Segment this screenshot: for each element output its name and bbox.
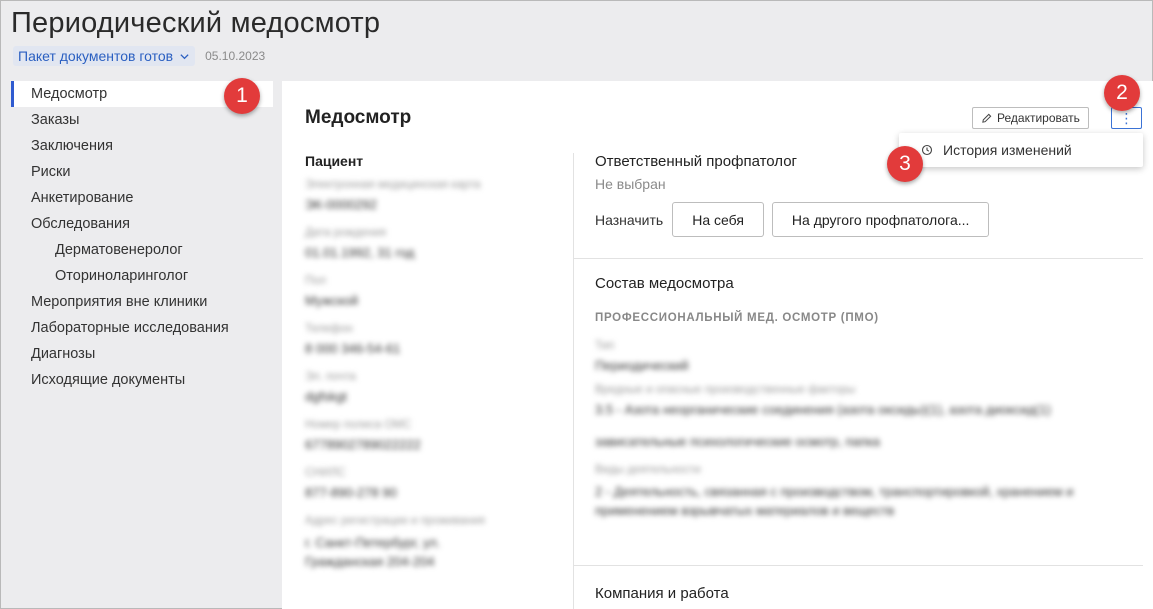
patient-field-emk: Электронная медицинская карта ЭК-0000292 [305, 179, 565, 219]
status-dropdown[interactable]: Пакет документов готов [13, 46, 196, 66]
edit-button[interactable]: Редактировать [972, 107, 1089, 129]
field-label: Пол [305, 275, 327, 287]
sidebar-item-questionnaire[interactable]: Анкетирование [11, 185, 273, 211]
responsible-section: Ответственный профпатолог Не выбран Назн… [595, 153, 1143, 237]
composition-section: Состав медосмотра ПРОФЕССИОНАЛЬНЫЙ МЕД. … [595, 275, 1143, 520]
section-heading: Медосмотр [305, 107, 412, 128]
status-row: Пакет документов готов 05.10.2023 [13, 46, 380, 66]
sidebar-item-diagnoses[interactable]: Диагнозы [11, 341, 273, 367]
sidebar-item-risks[interactable]: Риски [11, 159, 273, 185]
section-divider [574, 565, 1143, 566]
assign-self-button[interactable]: На себя [672, 202, 764, 237]
sidebar-item-offsite-activities[interactable]: Мероприятия вне клиники [11, 289, 273, 315]
patient-field-phone: Телефон 8 000 346-54-61 [305, 323, 565, 363]
assign-label: Назначить [595, 211, 664, 228]
page-title: Периодический медосмотр [11, 7, 381, 39]
field-label: СНИЛС [305, 467, 346, 479]
assign-row: Назначить На себя На другого профпатолог… [595, 202, 1143, 237]
factors-value: 3.5 - Азота неорганические соединения (а… [595, 402, 1051, 417]
status-date: 05.10.2023 [205, 49, 266, 63]
patient-section: Пациент Электронная медицинская карта ЭК… [305, 153, 565, 571]
company-section: Компания и работа [595, 585, 1143, 602]
responsible-value: Не выбран [595, 176, 666, 192]
factors-label: Вредные и опасные производственные факто… [595, 384, 856, 396]
sidebar-item-conclusions[interactable]: Заключения [11, 133, 273, 159]
section-divider [574, 258, 1143, 259]
patient-field-oms: Номер полиса ОМС 6778902789022222 [305, 419, 565, 459]
chevron-down-icon [180, 53, 189, 59]
patient-title: Пациент [305, 153, 364, 169]
field-value: 8 000 346-54-61 [305, 341, 401, 356]
assign-other-button[interactable]: На другого профпатолога... [771, 202, 990, 237]
pencil-icon [982, 113, 992, 123]
annotation-marker: 2 [1104, 75, 1140, 111]
field-value: г. Санкт-Петербург, ул. Гражданская 204-… [305, 535, 441, 569]
patient-field-address: Адрес регистрации и проживания г. Санкт-… [305, 515, 565, 571]
sidebar-item-examinations[interactable]: Обследования [11, 211, 273, 237]
field-label: Электронная медицинская карта [305, 179, 481, 191]
work-value: 2 - Деятельность, связанная с производст… [595, 484, 1074, 518]
sidebar-item-lab-tests[interactable]: Лабораторные исследования [11, 315, 273, 341]
patient-field-snils: СНИЛС 877-890-278 90 [305, 467, 565, 507]
field-label: Телефон [305, 323, 353, 335]
field-value: 877-890-278 90 [305, 485, 397, 500]
field-value: Мужской [305, 293, 359, 308]
field-label: Адрес регистрации и проживания [305, 515, 485, 527]
factors-value-2: зависательные психологические осмотр, па… [595, 434, 881, 449]
patient-field-gender: Пол Мужской [305, 275, 565, 315]
annotation-marker: 3 [887, 146, 923, 182]
field-label: Эл. почта [305, 371, 356, 383]
sidebar-item-outgoing-documents[interactable]: Исходящие документы [11, 367, 273, 393]
responsible-title: Ответственный профпатолог [595, 153, 798, 170]
composition-title: Состав медосмотра [595, 275, 734, 292]
work-label: Виды деятельности [595, 464, 701, 476]
patient-field-birthdate: Дата рождения 01.01.1992, 31 год [305, 227, 565, 267]
field-value: 6778902789022222 [305, 437, 421, 452]
page-header: Периодический медосмотр Пакет документов… [11, 7, 380, 66]
sidebar-item-dermatovenerologist[interactable]: Дерматовенеролог [11, 237, 273, 263]
column-divider [573, 153, 574, 609]
field-value: dgfskgt [305, 389, 347, 404]
edit-button-label: Редактировать [997, 111, 1080, 125]
main-panel: Медосмотр Редактировать ⋮ История измене… [282, 81, 1153, 609]
field-label: Дата рождения [305, 227, 387, 239]
field-value: 01.01.1992, 31 год [305, 245, 415, 260]
field-value: ЭК-0000292 [305, 197, 377, 212]
company-title: Компания и работа [595, 585, 729, 602]
type-label: Тип [595, 340, 615, 352]
composition-subtitle: ПРОФЕССИОНАЛЬНЫЙ МЕД. ОСМОТР (ПМО) [595, 312, 879, 324]
sidebar: Медосмотр Заказы Заключения Риски Анкети… [11, 81, 273, 393]
annotation-marker: 1 [224, 78, 260, 114]
sidebar-item-otorhinolaryngologist[interactable]: Оториноларинголог [11, 263, 273, 289]
patient-field-email: Эл. почта dgfskgt [305, 371, 565, 411]
status-label: Пакет документов готов [18, 48, 174, 64]
type-value: Периодический [595, 358, 689, 373]
field-label: Номер полиса ОМС [305, 419, 412, 431]
